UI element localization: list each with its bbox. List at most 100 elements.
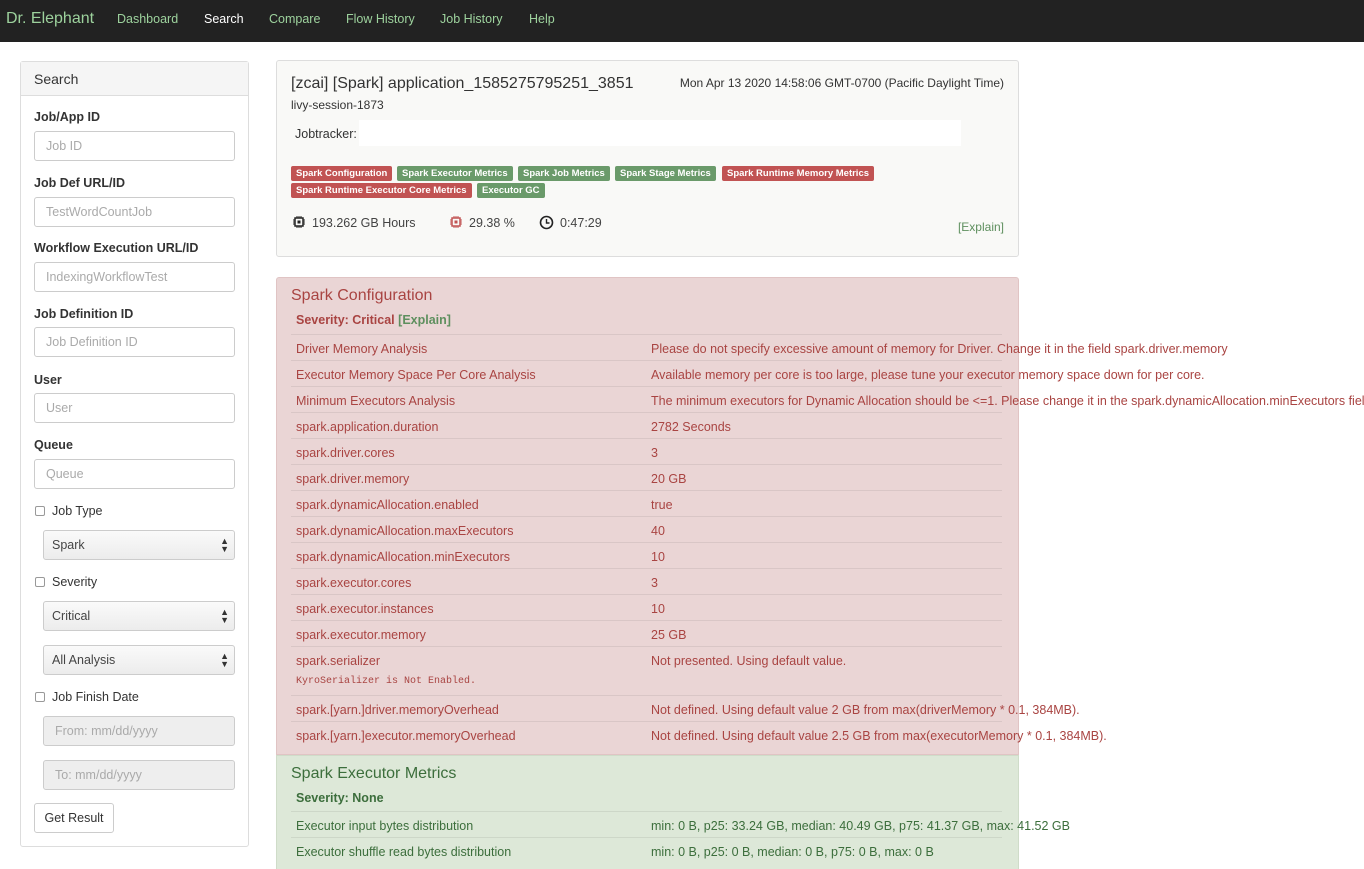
row-key: Executor shuffle read bytes distribution [296, 845, 512, 859]
table-row: Executor shuffle read bytes distribution… [291, 837, 1002, 863]
badge-spark-configuration[interactable]: Spark Configuration [291, 166, 393, 181]
job-type-label: Job Type [52, 504, 103, 518]
row-key: Executor input bytes distribution [296, 819, 474, 833]
explain-link[interactable]: [Explain] [958, 220, 1004, 234]
row-key: spark.executor.cores [296, 576, 412, 590]
severity-checkbox[interactable] [35, 577, 45, 587]
nav-help[interactable]: Help [529, 12, 555, 26]
row-key: Executor Memory Space Per Core Analysis [296, 368, 536, 382]
analysis-select[interactable]: All Analysis ▲ ▼ [43, 645, 235, 675]
nav-flow-history[interactable]: Flow History [346, 12, 415, 26]
row-value: 2782 Seconds [651, 420, 731, 434]
nav-search[interactable]: Search [204, 12, 244, 26]
resource-used-value: 193.262 GB Hours [312, 216, 416, 230]
chip-icon [293, 216, 305, 228]
resource-used-stat: 193.262 GB Hours [292, 216, 416, 230]
nav-dashboard[interactable]: Dashboard [117, 12, 178, 26]
badge-spark-stage-metrics[interactable]: Spark Stage Metrics [615, 166, 716, 181]
navbar: Dr. Elephant Dashboard Search Compare Fl… [0, 0, 1364, 42]
row-key: spark.executor.memory [296, 628, 426, 642]
runtime-stat: 0:47:29 [539, 215, 602, 230]
serializer-note: KyroSerializer is Not Enabled. [296, 676, 477, 687]
row-value: 40 [651, 524, 665, 538]
row-value: 3 [651, 576, 658, 590]
wasted-chip-icon [450, 216, 462, 228]
table-row: Minimum Executors Analysis The minimum ex… [291, 386, 1364, 412]
table-row: spark.executor.cores 3 [291, 568, 1002, 594]
table-row: Driver Memory Analysis Please do not spec… [291, 334, 1228, 360]
row-key: spark.[yarn.]executor.memoryOverhead [296, 729, 516, 743]
sidebar-title: Search [21, 62, 248, 96]
badge-executor-gc[interactable]: Executor GC [477, 183, 545, 198]
row-value: Please do not specify excessive amount o… [651, 342, 1228, 356]
table-row: spark.[yarn.]executor.memoryOverhead Not … [291, 721, 1107, 747]
search-sidebar: Search Job/App ID Job ID Job Def URL/ID … [20, 61, 249, 847]
row-value: 10 [651, 550, 665, 564]
table-row: spark.driver.memory 20 GB [291, 464, 1002, 490]
table-row: Executor Memory Space Per Core Analysis A… [291, 360, 1205, 386]
row-value: Not defined. Using default value 2 GB fr… [651, 703, 1080, 717]
nav-job-history[interactable]: Job History [440, 12, 503, 26]
table-row: spark.executor.memory 25 GB [291, 620, 1002, 646]
spark-executor-metrics-title: Spark Executor Metrics [291, 765, 457, 782]
job-def-input[interactable]: TestWordCountJob [34, 197, 235, 227]
severity-text: Severity: Critical [296, 313, 395, 327]
row-value: true [651, 498, 673, 512]
user-label: User [34, 373, 62, 387]
table-row: Executor input bytes distribution min: 0 … [291, 811, 1070, 837]
app-session: livy-session-1873 [291, 98, 384, 112]
row-value: Available memory per core is too large, … [651, 368, 1205, 382]
severity-value: Critical [52, 609, 91, 623]
job-type-value: Spark [52, 538, 85, 552]
brand-logo[interactable]: Dr. Elephant [6, 10, 94, 28]
jobtracker-label: Jobtracker: [295, 127, 357, 141]
table-row: spark.driver.cores 3 [291, 438, 1002, 464]
row-value: The minimum executors for Dynamic Alloca… [651, 394, 1364, 408]
badge-spark-job-metrics[interactable]: Spark Job Metrics [518, 166, 610, 181]
severity-select[interactable]: Critical ▲ ▼ [43, 601, 235, 631]
queue-label: Queue [34, 438, 73, 452]
workflow-label: Workflow Execution URL/ID [34, 241, 199, 255]
jobtracker-value [359, 120, 961, 146]
select-arrows-icon: ▲ ▼ [220, 536, 229, 554]
job-def-label: Job Def URL/ID [34, 176, 125, 190]
select-arrows-icon: ▲ ▼ [220, 651, 229, 669]
job-type-select[interactable]: Spark ▲ ▼ [43, 530, 235, 560]
row-key: spark.dynamicAllocation.minExecutors [296, 550, 510, 564]
job-definition-id-input[interactable]: Job Definition ID [34, 327, 235, 357]
row-value: min: 0 B, p25: 33.24 GB, median: 40.49 G… [651, 819, 1070, 833]
queue-input[interactable]: Queue [34, 459, 235, 489]
severity-none-label: Severity: None [296, 791, 384, 805]
application-panel: [zcai] [Spark] application_1585275795251… [276, 60, 1019, 257]
severity-critical-label: Severity: Critical [Explain] [296, 313, 451, 327]
severity-label: Severity [52, 575, 98, 589]
explain-link[interactable]: [Explain] [398, 313, 451, 327]
date-to-input[interactable]: To: mm/dd/yyyy [43, 760, 235, 790]
job-id-input[interactable]: Job ID [34, 131, 235, 161]
badge-spark-executor-metrics[interactable]: Spark Executor Metrics [397, 166, 513, 181]
get-result-button[interactable]: Get Result [34, 803, 114, 833]
row-key: spark.[yarn.]driver.memoryOverhead [296, 703, 499, 717]
app-title[interactable]: [zcai] [Spark] application_1585275795251… [291, 75, 634, 93]
finish-date-label: Job Finish Date [52, 690, 139, 704]
badge-spark-runtime-executor-core-metrics[interactable]: Spark Runtime Executor Core Metrics [291, 183, 472, 198]
nav-compare[interactable]: Compare [269, 12, 320, 26]
spark-configuration-title: Spark Configuration [291, 287, 433, 304]
workflow-input[interactable]: IndexingWorkflowTest [34, 262, 235, 292]
date-from-input[interactable]: From: mm/dd/yyyy [43, 716, 235, 746]
row-key: spark.driver.memory [296, 472, 410, 486]
user-input[interactable]: User [34, 393, 235, 423]
job-type-checkbox[interactable] [35, 506, 45, 516]
row-value: Not presented. Using default value. [651, 654, 847, 668]
badge-spark-runtime-memory-metrics[interactable]: Spark Runtime Memory Metrics [722, 166, 875, 181]
wasted-value: 29.38 % [469, 216, 515, 230]
table-row: spark.dynamicAllocation.enabled true [291, 490, 1002, 516]
finish-date-checkbox[interactable] [35, 692, 45, 702]
select-arrows-icon: ▲ ▼ [220, 607, 229, 625]
row-key: spark.dynamicAllocation.maxExecutors [296, 524, 514, 538]
table-row: spark.executor.instances 10 [291, 594, 1002, 620]
row-value: 20 GB [651, 472, 687, 486]
clock-icon [539, 215, 554, 230]
spark-executor-metrics-panel: Spark Executor Metrics Severity: None Ex… [276, 755, 1070, 869]
row-key: spark.serializer [296, 654, 381, 668]
